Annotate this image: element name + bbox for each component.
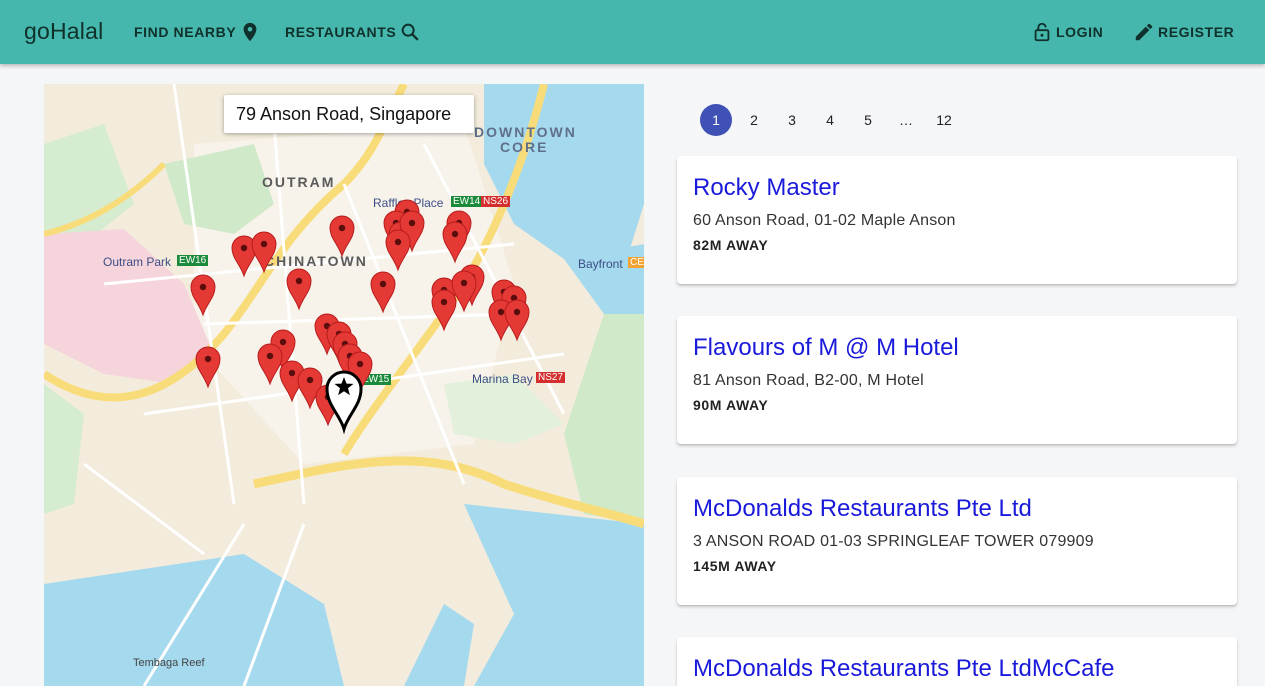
restaurant-name-link[interactable]: McDonalds Restaurants Pte LtdMcCafe <box>693 655 1221 683</box>
restaurant-distance: 145M AWAY <box>693 558 777 574</box>
restaurant-marker[interactable] <box>286 268 312 311</box>
login-label: LOGIN <box>1056 24 1104 40</box>
page-2[interactable]: 2 <box>738 104 770 136</box>
restaurant-marker[interactable] <box>504 299 530 342</box>
restaurant-distance: 82M AWAY <box>693 237 769 253</box>
result-card: Flavours of M @ M Hotel 81 Anson Road, B… <box>677 316 1237 444</box>
map-view[interactable]: DOWNTOWN CORE OUTRAM CHINATOWN Raffles P… <box>44 84 644 686</box>
restaurant-marker[interactable] <box>431 289 457 332</box>
page-1[interactable]: 1 <box>700 104 732 136</box>
restaurant-address: 3 ANSON ROAD 01-03 SPRINGLEAF TOWER 0799… <box>693 533 1094 550</box>
marker-layer <box>190 199 530 435</box>
result-card: Rocky Master 60 Anson Road, 01-02 Maple … <box>677 156 1237 284</box>
map-search-input[interactable] <box>224 95 474 133</box>
page-12[interactable]: 12 <box>928 104 960 136</box>
restaurant-marker[interactable] <box>385 229 411 272</box>
search-icon <box>402 23 419 41</box>
restaurant-name-link[interactable]: Rocky Master <box>693 174 1221 202</box>
lock-icon <box>1034 22 1050 42</box>
restaurant-marker[interactable] <box>251 231 277 274</box>
pagination: 1 2 3 4 5 … 12 <box>700 104 966 136</box>
restaurants-button[interactable]: RESTAURANTS <box>285 20 421 44</box>
result-card: McDonalds Restaurants Pte Ltd 3 ANSON RO… <box>677 477 1237 605</box>
register-button[interactable]: REGISTER <box>1133 20 1234 44</box>
find-nearby-label: FIND NEARBY <box>134 24 237 40</box>
page-ellipsis: … <box>899 112 913 128</box>
find-nearby-button[interactable]: FIND NEARBY <box>134 20 261 44</box>
login-button[interactable]: LOGIN <box>1031 20 1103 44</box>
brand-logo[interactable]: goHalal <box>24 18 103 45</box>
result-card: McDonalds Restaurants Pte LtdMcCafe <box>677 637 1237 686</box>
page-5[interactable]: 5 <box>852 104 884 136</box>
restaurant-marker[interactable] <box>195 346 221 389</box>
restaurant-marker[interactable] <box>442 221 468 264</box>
page-3[interactable]: 3 <box>776 104 808 136</box>
restaurant-address: 60 Anson Road, 01-02 Maple Anson <box>693 212 956 229</box>
restaurant-name-link[interactable]: Flavours of M @ M Hotel <box>693 334 1221 362</box>
pencil-icon <box>1135 23 1153 41</box>
location-pin-icon <box>243 22 257 42</box>
register-label: REGISTER <box>1158 24 1235 40</box>
restaurant-marker[interactable] <box>370 271 396 314</box>
restaurant-address: 81 Anson Road, B2-00, M Hotel <box>693 372 924 389</box>
restaurant-distance: 90M AWAY <box>693 397 769 413</box>
restaurants-label: RESTAURANTS <box>285 24 397 40</box>
current-location-star-icon[interactable] <box>325 370 363 435</box>
restaurant-marker[interactable] <box>329 215 355 258</box>
restaurant-name-link[interactable]: McDonalds Restaurants Pte Ltd <box>693 495 1221 523</box>
restaurant-marker[interactable] <box>257 343 283 386</box>
page-4[interactable]: 4 <box>814 104 846 136</box>
app-bar: goHalal FIND NEARBY RESTAURANTS LOGIN RE… <box>0 0 1265 64</box>
restaurant-marker[interactable] <box>190 274 216 317</box>
